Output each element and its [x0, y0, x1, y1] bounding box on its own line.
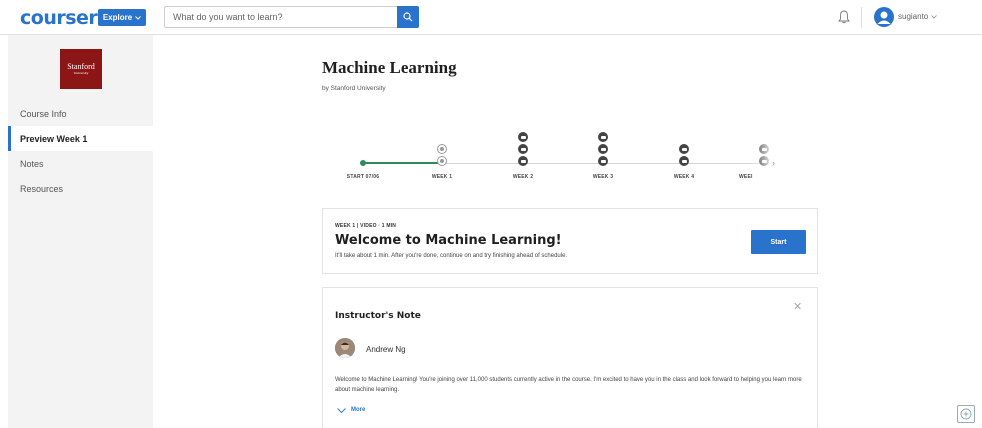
timeline-label-week4: WEEK 4: [673, 174, 695, 180]
item-title[interactable]: Welcome to Machine Learning!: [335, 233, 562, 248]
close-icon[interactable]: ✕: [793, 300, 802, 313]
welcome-card: WEEK 1 | VIDEO · 1 MIN Welcome to Machin…: [322, 208, 818, 274]
logo-line2: University: [73, 71, 89, 75]
lock-icon: [679, 156, 689, 166]
coursera-logo[interactable]: coursera: [20, 7, 110, 29]
course-byline: by Stanford University: [322, 85, 386, 92]
stanford-logo[interactable]: Stanford University: [60, 49, 102, 89]
more-link[interactable]: More: [337, 407, 365, 413]
note-body: Welcome to Machine Learning! You're join…: [335, 377, 802, 393]
video-icon: [437, 144, 447, 154]
sidebar-item-notes[interactable]: Notes: [8, 151, 153, 176]
week4-items[interactable]: [679, 144, 689, 166]
timeline-label-start: START 07/06: [346, 174, 380, 180]
explore-label: Explore: [102, 13, 133, 22]
chevron-down-icon: [337, 407, 346, 413]
sidebar-nav: Course Info Preview Week 1 Notes Resourc…: [8, 101, 153, 201]
lock-icon: [598, 156, 608, 166]
timeline-label-week1: WEEK 1: [431, 174, 453, 180]
header-divider: [861, 7, 862, 28]
timeline-progress-line: [362, 162, 444, 164]
timeline-label-week2: WEEK 2: [512, 174, 534, 180]
course-timeline: › START 07/06 WEEK 1 WEEK 2 WEEK 3 WEEK …: [322, 128, 782, 184]
timeline-label-week3: WEEK 3: [592, 174, 614, 180]
sidebar-item-preview-week-1[interactable]: Preview Week 1: [8, 126, 153, 151]
instructor-note-card: ✕ Instructor's Note Andrew Ng Welcome to…: [322, 287, 818, 428]
sidebar-item-resources[interactable]: Resources: [8, 176, 153, 201]
lock-icon: [679, 144, 689, 154]
search-button[interactable]: [397, 6, 419, 28]
timeline-start-dot: [360, 160, 366, 166]
lock-icon: [598, 144, 608, 154]
instructor-name: Andrew Ng: [366, 345, 406, 354]
week2-items[interactable]: [518, 132, 528, 166]
note-title: Instructor's Note: [335, 311, 421, 321]
chevron-down-icon: [931, 14, 938, 19]
user-avatar-icon[interactable]: [874, 7, 894, 27]
item-meta: WEEK 1 | VIDEO · 1 MIN: [335, 223, 397, 229]
week3-items[interactable]: [598, 132, 608, 166]
top-header: coursera Explore sugianto: [0, 0, 982, 35]
help-icon: [960, 408, 972, 420]
instructor-avatar: [335, 338, 355, 358]
course-title: Machine Learning: [322, 58, 457, 77]
sidebar-item-course-info[interactable]: Course Info: [8, 101, 153, 126]
lock-icon: [518, 132, 528, 142]
search-icon: [403, 12, 413, 22]
bell-icon[interactable]: [836, 9, 852, 25]
search-bar: [164, 6, 419, 28]
video-icon: [437, 156, 447, 166]
lock-icon: [518, 156, 528, 166]
timeline-track: [444, 163, 774, 164]
item-description: It'll take about 1 min. After you're don…: [335, 253, 568, 259]
username: sugianto: [898, 12, 929, 21]
timeline-label-week5: WEEI: [739, 174, 753, 180]
week1-items[interactable]: [437, 144, 447, 166]
more-label: More: [351, 407, 366, 413]
help-button[interactable]: [957, 405, 975, 423]
lock-icon: [518, 144, 528, 154]
lock-icon: [598, 132, 608, 142]
explore-button[interactable]: Explore: [98, 9, 146, 26]
logo-line1: Stanford: [67, 62, 95, 71]
chevron-right-icon[interactable]: ›: [772, 158, 775, 168]
course-sidebar: Stanford University Course Info Preview …: [8, 35, 153, 428]
search-input[interactable]: [165, 7, 395, 27]
start-button[interactable]: Start: [751, 230, 806, 254]
user-menu[interactable]: sugianto: [898, 12, 938, 21]
chevron-down-icon: [135, 15, 142, 20]
